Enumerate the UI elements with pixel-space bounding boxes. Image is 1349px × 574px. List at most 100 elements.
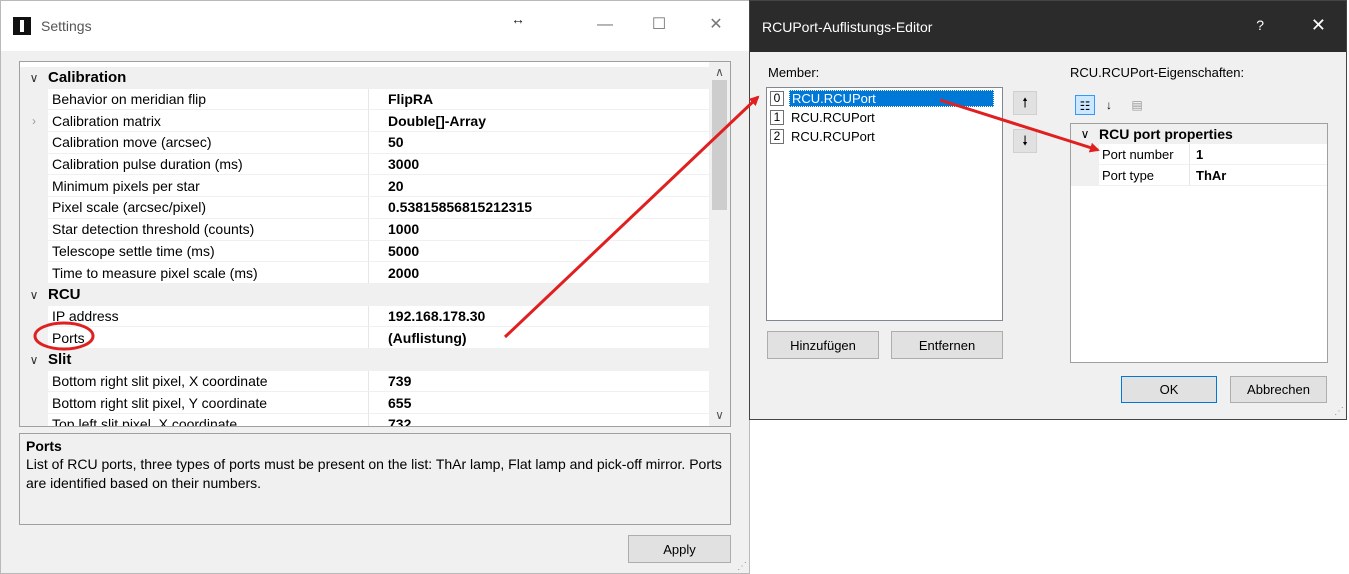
- category-label: Slit: [48, 351, 72, 369]
- property-row[interactable]: Minimum pixels per star 20: [20, 175, 709, 198]
- maximize-button[interactable]: ☐: [649, 15, 669, 35]
- property-row[interactable]: Top left slit pixel, X coordinate 732: [20, 414, 709, 426]
- property-value[interactable]: FlipRA: [369, 89, 709, 111]
- collapse-chevron-icon[interactable]: ∨: [20, 353, 48, 367]
- property-row[interactable]: › Calibration matrix Double[]-Array: [20, 110, 709, 133]
- dialog-titlebar[interactable]: RCUPort-Auflistungs-Editor ? ✕: [750, 1, 1346, 52]
- property-value[interactable]: 192.168.178.30: [369, 306, 709, 328]
- item-property-row[interactable]: Port type ThAr: [1071, 165, 1327, 186]
- property-name: Minimum pixels per star: [48, 175, 369, 198]
- item-property-name: Port type: [1099, 165, 1190, 186]
- move-up-button[interactable]: 🠕: [1013, 91, 1037, 115]
- row-gutter: [20, 327, 48, 349]
- description-text: List of RCU ports, three types of ports …: [26, 456, 722, 491]
- property-value[interactable]: 2000: [369, 262, 709, 284]
- scroll-down-icon[interactable]: ∨: [709, 407, 730, 424]
- property-name: IP address: [48, 305, 369, 328]
- property-name: Calibration move (arcsec): [48, 132, 369, 154]
- row-gutter: [20, 132, 48, 154]
- property-value[interactable]: 655: [369, 392, 709, 414]
- property-value[interactable]: 20: [369, 175, 709, 198]
- row-gutter: [20, 392, 48, 414]
- resize-grip-icon[interactable]: ⋰: [737, 561, 747, 572]
- row-gutter: [20, 262, 48, 284]
- minimize-button[interactable]: —: [595, 15, 615, 35]
- row-gutter: [20, 414, 48, 426]
- item-property-value[interactable]: ThAr: [1190, 165, 1327, 186]
- property-value[interactable]: 3000: [369, 154, 709, 176]
- item-property-row[interactable]: Port number 1: [1071, 144, 1327, 165]
- dialog-close-button[interactable]: ✕: [1311, 15, 1326, 36]
- item-property-name: Port number: [1099, 144, 1190, 165]
- property-value[interactable]: Double[]-Array: [369, 110, 709, 133]
- categorized-view-icon[interactable]: ☷: [1075, 95, 1095, 115]
- property-value[interactable]: (Auflistung): [369, 327, 709, 349]
- props-category[interactable]: ∨ RCU port properties: [1071, 124, 1327, 144]
- vertical-scrollbar[interactable]: ∧ ∨: [709, 62, 730, 426]
- category-calibration[interactable]: ∨ Calibration: [20, 67, 709, 89]
- row-gutter: [20, 305, 48, 328]
- property-value[interactable]: 739: [369, 371, 709, 393]
- property-value[interactable]: 50: [369, 132, 709, 154]
- sort-alphabetical-icon[interactable]: ↓: [1099, 95, 1119, 115]
- property-row[interactable]: Pixel scale (arcsec/pixel) 0.538158568152…: [20, 197, 709, 219]
- close-button[interactable]: ✕: [706, 15, 726, 35]
- category-label: RCU: [48, 286, 81, 304]
- category-rcu[interactable]: ∨ RCU: [20, 283, 709, 306]
- ok-button[interactable]: OK: [1121, 376, 1217, 403]
- property-row[interactable]: Bottom right slit pixel, Y coordinate 655: [20, 392, 709, 414]
- arrow-up-icon: 🠕: [1022, 95, 1028, 110]
- move-down-button[interactable]: 🠗: [1013, 129, 1037, 153]
- property-row[interactable]: IP address 192.168.178.30: [20, 305, 709, 328]
- member-item[interactable]: 2 RCU.RCUPort: [767, 127, 1002, 145]
- props-category-label: RCU port properties: [1099, 126, 1233, 142]
- collapse-chevron-icon[interactable]: ∨: [20, 288, 48, 302]
- property-pages-icon[interactable]: ▤: [1127, 95, 1147, 115]
- remove-button[interactable]: Entfernen: [891, 331, 1003, 359]
- expand-chevron-icon[interactable]: ›: [20, 110, 48, 133]
- row-gutter: [1071, 165, 1099, 186]
- scroll-up-icon[interactable]: ∧: [709, 64, 730, 81]
- category-slit[interactable]: ∨ Slit: [20, 348, 709, 371]
- property-row[interactable]: Behavior on meridian flip FlipRA: [20, 88, 709, 111]
- description-panel: Ports List of RCU ports, three types of …: [19, 433, 731, 525]
- category-label: Calibration: [48, 69, 127, 87]
- property-row[interactable]: Star detection threshold (counts) 1000: [20, 218, 709, 241]
- dialog-title: RCUPort-Auflistungs-Editor: [762, 18, 933, 35]
- collapse-chevron-icon[interactable]: ∨: [20, 71, 48, 85]
- resize-grip-icon[interactable]: ⋰: [1334, 406, 1344, 417]
- property-name: Time to measure pixel scale (ms): [48, 262, 369, 284]
- property-row[interactable]: Calibration move (arcsec) 50: [20, 132, 709, 154]
- item-property-value[interactable]: 1: [1190, 144, 1327, 165]
- settings-title: Settings: [41, 18, 92, 34]
- scroll-thumb[interactable]: [712, 80, 727, 210]
- cancel-button[interactable]: Abbrechen: [1230, 376, 1327, 403]
- property-name: Top left slit pixel, X coordinate: [48, 414, 369, 426]
- property-name: Bottom right slit pixel, X coordinate: [48, 370, 369, 393]
- property-name: Ports: [48, 327, 369, 349]
- property-row[interactable]: Bottom right slit pixel, X coordinate 739: [20, 370, 709, 393]
- property-value[interactable]: 732: [369, 414, 709, 426]
- add-button[interactable]: Hinzufügen: [767, 331, 879, 359]
- member-item[interactable]: 1 RCU.RCUPort: [767, 108, 1002, 126]
- member-list[interactable]: 0 RCU.RCUPort 1 RCU.RCUPort 2 RCU.RCUPor…: [766, 87, 1003, 321]
- help-button[interactable]: ?: [1256, 17, 1264, 33]
- item-property-grid: ∨ RCU port properties Port number 1 Port…: [1070, 123, 1328, 363]
- property-row[interactable]: Telescope settle time (ms) 5000: [20, 240, 709, 263]
- collapse-chevron-icon[interactable]: ∨: [1071, 127, 1099, 141]
- row-gutter: [20, 370, 48, 393]
- property-row[interactable]: Time to measure pixel scale (ms) 2000: [20, 262, 709, 284]
- member-name: RCU.RCUPort: [789, 89, 994, 107]
- property-row-ports[interactable]: Ports (Auflistung): [20, 327, 709, 349]
- member-item[interactable]: 0 RCU.RCUPort: [767, 89, 1002, 107]
- property-value[interactable]: 1000: [369, 219, 709, 241]
- property-value[interactable]: 0.53815856815212315: [369, 197, 709, 219]
- row-gutter: [20, 88, 48, 111]
- app-icon: [13, 17, 31, 35]
- property-row[interactable]: Calibration pulse duration (ms) 3000: [20, 153, 709, 176]
- member-label: Member:: [768, 65, 820, 80]
- settings-titlebar[interactable]: Settings ↔ — ☐ ✕: [1, 1, 749, 51]
- apply-button[interactable]: Apply: [628, 535, 731, 563]
- property-value[interactable]: 5000: [369, 241, 709, 263]
- row-gutter: [1071, 144, 1099, 165]
